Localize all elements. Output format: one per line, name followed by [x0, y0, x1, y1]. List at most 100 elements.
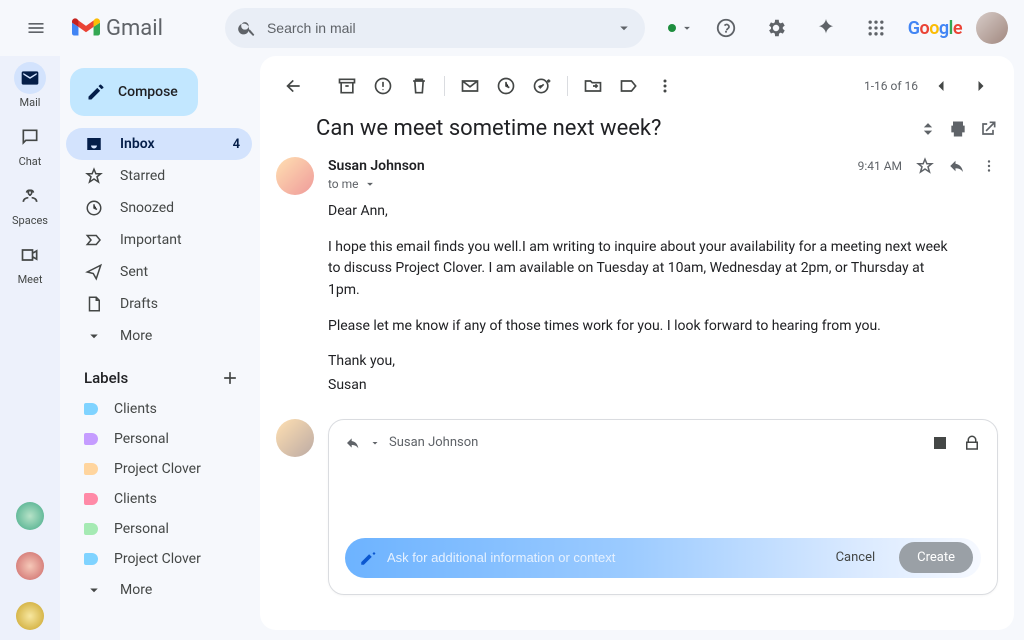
more-button[interactable] [648, 69, 682, 103]
next-button[interactable] [964, 69, 998, 103]
ai-input[interactable] [387, 550, 812, 565]
delete-button[interactable] [402, 69, 436, 103]
support-button[interactable] [708, 10, 744, 46]
label-clients-1[interactable]: Clients [66, 394, 252, 424]
rail-spaces-label: Spaces [4, 214, 56, 227]
to-line[interactable]: to me [328, 177, 998, 191]
my-avatar[interactable] [276, 419, 314, 457]
mark-unread-button[interactable] [453, 69, 487, 103]
nav-inbox[interactable]: Inbox 4 [66, 128, 252, 160]
active-dot-icon [668, 24, 676, 32]
archive-button[interactable] [330, 69, 364, 103]
gmail-logo-text: Gmail [106, 16, 163, 41]
status-indicator[interactable] [668, 21, 694, 35]
clock-icon [496, 76, 516, 96]
reply-editor[interactable] [345, 452, 981, 538]
menu-button[interactable] [16, 8, 56, 48]
back-button[interactable] [276, 69, 310, 103]
labels-more[interactable]: More [66, 574, 252, 606]
rail-chat-label: Chat [4, 155, 56, 168]
label-swatch-icon [84, 433, 98, 445]
nav-more[interactable]: More [66, 320, 252, 352]
expand-icon[interactable] [918, 119, 938, 139]
topbar-right: Google [668, 10, 1008, 46]
reply-icon[interactable] [345, 435, 361, 451]
reply-recipient: Susan Johnson [389, 435, 478, 450]
sender-name: Susan Johnson [328, 158, 425, 174]
apps-grid-icon [866, 18, 886, 38]
labels-button[interactable] [612, 69, 646, 103]
popout-icon[interactable] [931, 434, 949, 452]
ai-cancel-button[interactable]: Cancel [822, 544, 890, 571]
rail-contact-1[interactable] [16, 502, 44, 530]
chevron-down-icon[interactable] [369, 437, 381, 449]
mail-icon [20, 68, 40, 88]
label-text: Project Clover [114, 461, 201, 477]
rail-contact-2[interactable] [16, 552, 44, 580]
rail-meet[interactable]: Meet [4, 239, 56, 286]
nav-sent[interactable]: Sent [66, 256, 252, 288]
nav-snoozed[interactable]: Snoozed [66, 192, 252, 224]
label-personal-2[interactable]: Personal [66, 514, 252, 544]
rail-spaces[interactable]: Spaces [4, 180, 56, 227]
move-button[interactable] [576, 69, 610, 103]
message-time: 9:41 AM [858, 159, 902, 173]
star-icon [85, 167, 103, 185]
rail-chat[interactable]: Chat [4, 121, 56, 168]
app-rail: Mail Chat Spaces Meet [0, 56, 60, 640]
compose-label: Compose [118, 84, 178, 100]
spam-button[interactable] [366, 69, 400, 103]
more-vert-icon[interactable] [980, 157, 998, 175]
google-logo[interactable]: Google [908, 18, 962, 39]
prev-button[interactable] [924, 69, 958, 103]
nav-drafts-label: Drafts [120, 296, 158, 312]
sparkle-icon [815, 17, 837, 39]
snooze-button[interactable] [489, 69, 523, 103]
message-body: Dear Ann, I hope this email finds you we… [328, 191, 998, 397]
label-personal-1[interactable]: Personal [66, 424, 252, 454]
chevron-down-icon [85, 581, 103, 599]
arrow-back-icon [283, 76, 303, 96]
label-project-2[interactable]: Project Clover [66, 544, 252, 574]
nav-drafts[interactable]: Drafts [66, 288, 252, 320]
label-text: Personal [114, 431, 169, 447]
open-new-icon[interactable] [978, 119, 998, 139]
add-task-icon [532, 76, 552, 96]
tune-icon[interactable] [615, 19, 633, 37]
nav-snoozed-label: Snoozed [120, 200, 174, 216]
label-project-1[interactable]: Project Clover [66, 454, 252, 484]
rail-contact-3[interactable] [16, 602, 44, 630]
nav-inbox-label: Inbox [120, 136, 155, 152]
print-icon[interactable] [948, 119, 968, 139]
chat-icon [20, 127, 40, 147]
apps-button[interactable] [858, 10, 894, 46]
compose-button[interactable]: Compose [70, 68, 198, 116]
archive-icon [337, 76, 357, 96]
label-swatch-icon [84, 403, 98, 415]
chevron-right-icon [971, 76, 991, 96]
ai-create-button[interactable]: Create [899, 542, 973, 573]
label-swatch-icon [84, 553, 98, 565]
lock-icon[interactable] [963, 434, 981, 452]
add-task-button[interactable] [525, 69, 559, 103]
main-panel: 1-16 of 16 Can we meet sometime next wee… [260, 56, 1014, 630]
gmail-logo[interactable]: Gmail [72, 16, 163, 41]
nav-important[interactable]: Important [66, 224, 252, 256]
sender-avatar[interactable] [276, 157, 314, 195]
body-p1: I hope this email finds you well.I am wr… [328, 237, 958, 302]
account-avatar[interactable] [976, 12, 1008, 44]
label-clients-2[interactable]: Clients [66, 484, 252, 514]
rail-mail[interactable]: Mail [4, 62, 56, 109]
label-swatch-icon [84, 523, 98, 535]
reply-box[interactable]: Susan Johnson Cancel Create [328, 419, 998, 595]
nav-starred[interactable]: Starred [66, 160, 252, 192]
search-input[interactable] [267, 20, 605, 36]
gemini-button[interactable] [808, 10, 844, 46]
gear-icon [765, 17, 787, 39]
message: Susan Johnson 9:41 AM to me Dear Ann, I … [276, 147, 998, 411]
add-label-button[interactable] [220, 368, 240, 388]
reply-button[interactable] [948, 157, 966, 175]
star-button[interactable] [916, 157, 934, 175]
settings-button[interactable] [758, 10, 794, 46]
search-bar[interactable] [225, 8, 645, 48]
